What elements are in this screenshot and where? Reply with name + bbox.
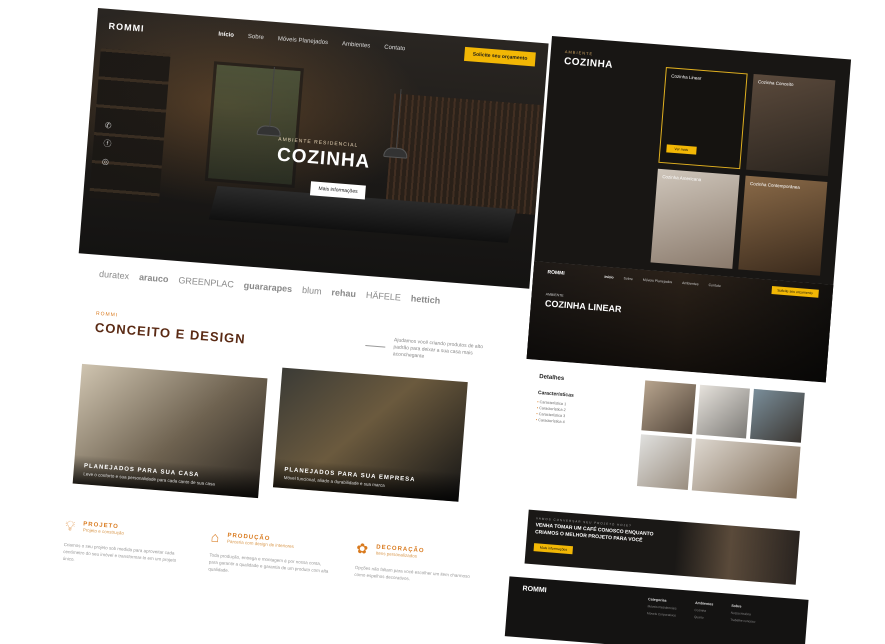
nav-link-inicio[interactable]: Início xyxy=(604,275,613,280)
kitchen-types-grid: Cozinha Linear Ver mais Cozinha Conceito… xyxy=(650,67,836,276)
service-description: Toda produção, entrega e montagem é por … xyxy=(208,552,329,574)
brand-logo: duratex xyxy=(98,268,130,282)
service-producao: ⌂ PRODUÇÃO Parceria com design de interi… xyxy=(208,529,331,584)
gallery-photo[interactable] xyxy=(695,384,751,439)
nav-link-moveis[interactable]: Móveis Planejados xyxy=(278,36,329,46)
instagram-icon[interactable]: ◎ xyxy=(102,157,111,167)
service-description: Opções não faltam para você escolher um … xyxy=(354,564,471,581)
kitchen-overview: AMBIENTE COZINHA Cozinha Linear Ver mais… xyxy=(534,36,852,285)
tile-label: Cozinha Americana xyxy=(662,174,702,183)
facebook-icon[interactable]: ⓕ xyxy=(103,138,112,150)
footer-heading: Sobre xyxy=(731,603,742,609)
brand-logo: GREENPLAC xyxy=(178,275,235,290)
hero-text: AMBIENTE RESIDENCIAL COZINHA Mais inform… xyxy=(274,137,372,200)
nav-link-contato[interactable]: Contato xyxy=(384,45,405,53)
footer-link[interactable]: Nossa história xyxy=(731,611,756,617)
footer-column: Categorias Móveis Residenciais Móveis Co… xyxy=(647,597,677,617)
tile-cozinha-contemporanea[interactable]: Cozinha Contemporânea xyxy=(738,175,828,276)
nav-link-contato[interactable]: Contato xyxy=(708,283,721,288)
hero-title: COZINHA xyxy=(276,144,372,173)
footer-link[interactable]: Móveis Residenciais xyxy=(647,604,676,610)
brand-logo: guararapes xyxy=(243,280,293,295)
logo[interactable]: ROMMI xyxy=(108,21,145,34)
service-decoracao: ✿ DECORAÇÃO Itens personalizados Opções … xyxy=(354,540,477,595)
whatsapp-icon[interactable]: ✆ xyxy=(104,121,113,131)
mockup-stage: ROMMI Início Sobre Móveis Planejados Amb… xyxy=(0,0,885,644)
footer-link[interactable]: Cozinha xyxy=(694,608,713,613)
shelf-decor xyxy=(89,48,171,204)
brand-logo: hettich xyxy=(410,293,441,306)
footer-column: Ambientes Cozinha Quarto xyxy=(694,601,714,620)
nav-link-ambientes[interactable]: Ambientes xyxy=(342,41,371,49)
cabinets-decor xyxy=(385,93,544,215)
lightbulb-icon: 💡︎ xyxy=(64,517,76,534)
nav-link-moveis[interactable]: Móveis Planejados xyxy=(643,278,673,284)
details-section: Detalhes Características Característica … xyxy=(515,359,826,529)
nav-link-sobre[interactable]: Sobre xyxy=(248,34,264,41)
plant-icon: ✿ xyxy=(355,539,369,557)
card-home[interactable]: PLANEJADOS PARA SUA CASA Leve o conforto… xyxy=(72,363,268,499)
tile-label: Cozinha Contemporânea xyxy=(749,181,801,190)
home-page-mockup: ROMMI Início Sobre Móveis Planejados Amb… xyxy=(54,8,549,597)
logo[interactable]: ROMMI xyxy=(547,269,565,276)
photo-gallery xyxy=(636,380,805,499)
more-info-button[interactable]: Mais informações xyxy=(533,543,574,555)
tile-cozinha-linear[interactable]: Cozinha Linear Ver mais xyxy=(658,67,748,170)
divider xyxy=(365,345,386,348)
brand-logo: rehau xyxy=(331,287,357,300)
quote-button[interactable]: Solicite seu orçamento xyxy=(464,46,536,67)
gallery-photo[interactable] xyxy=(641,380,696,435)
tile-cozinha-americana[interactable]: Cozinha Americana xyxy=(650,168,740,269)
gallery-photo[interactable] xyxy=(750,388,805,443)
nav-link-ambientes[interactable]: Ambientes xyxy=(682,281,699,286)
footer-heading: Categorias xyxy=(647,597,667,603)
lamp-icon: ⌂ xyxy=(210,528,220,546)
footer-link[interactable]: Quarto xyxy=(694,615,713,620)
nav-link-inicio[interactable]: Início xyxy=(218,32,234,39)
quote-button[interactable]: Solicite seu orçamento xyxy=(771,286,819,298)
card-business[interactable]: PLANEJADOS PARA SUA EMPRESA Móvel funcio… xyxy=(272,367,468,502)
footer-column: Sobre Nossa história Trabalhe conosco xyxy=(730,604,757,624)
gallery-photo[interactable] xyxy=(691,438,801,499)
see-more-button[interactable]: Ver mais xyxy=(666,144,697,155)
footer-link[interactable]: Móveis Corporativos xyxy=(647,611,676,617)
brand-logo: HÄFELE xyxy=(365,289,402,303)
service-projeto: 💡︎ PROJETO Projeto e construção Criamos … xyxy=(62,517,185,572)
brand-logo: arauco xyxy=(138,272,169,285)
service-description: Criamos o seu projeto sob medida para ap… xyxy=(62,541,177,563)
footer: ROMMI Categorias Móveis Residenciais Móv… xyxy=(504,576,809,644)
tile-label: Cozinha Conceito xyxy=(757,79,794,88)
brand-logo: blum xyxy=(301,284,322,297)
concept-description: Ajudamos você criando produtos de alto p… xyxy=(392,337,484,360)
footer-heading: Ambientes xyxy=(694,600,714,607)
hero-section: ROMMI Início Sobre Móveis Planejados Amb… xyxy=(78,8,549,289)
gallery-photo[interactable] xyxy=(636,434,692,491)
nav-link-sobre[interactable]: Sobre xyxy=(623,276,633,281)
kitchen-page-mockup: AMBIENTE COZINHA Cozinha Linear Ver mais… xyxy=(504,36,852,644)
footer-link[interactable]: Trabalhe conosco xyxy=(730,618,755,624)
tile-label: Cozinha Linear xyxy=(671,73,702,81)
tile-cozinha-conceito[interactable]: Cozinha Conceito xyxy=(746,73,836,177)
footer-columns: Categorias Móveis Residenciais Móveis Co… xyxy=(647,597,757,623)
